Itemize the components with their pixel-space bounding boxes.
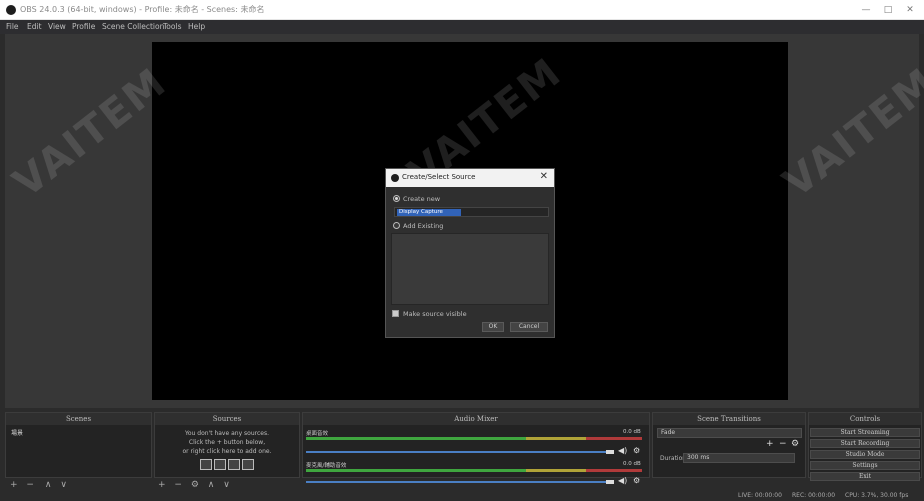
source-name-input[interactable]: Display Capture (394, 207, 549, 217)
dialog-close-button[interactable]: ✕ (540, 171, 548, 182)
desktop-audio-gear-icon[interactable]: ⚙ (633, 446, 640, 455)
cancel-button[interactable]: Cancel (510, 322, 548, 332)
scenes-dock-title: Scenes (6, 413, 151, 425)
transition-select[interactable]: Fade (657, 428, 802, 438)
remove-source-button[interactable]: − (174, 480, 182, 490)
menu-help[interactable]: Help (188, 22, 205, 31)
sources-toolbar: + − ⚙ ∧ ∨ (158, 480, 230, 490)
menu-view[interactable]: View (48, 22, 66, 31)
menu-bar: File Edit View Profile Scene Collection … (0, 20, 924, 34)
mic-audio-gear-icon[interactable]: ⚙ (633, 476, 640, 485)
obs-window: OBS 24.0.3 (64-bit, windows) - Profile: … (0, 0, 924, 501)
exit-button[interactable]: Exit (810, 472, 920, 481)
transition-properties-gear-icon[interactable]: ⚙ (791, 439, 799, 449)
desktop-audio-db: 0.0 dB (623, 429, 641, 435)
obs-logo-icon (391, 174, 399, 182)
scene-list-item[interactable]: 場景 (9, 428, 151, 437)
desktop-audio-fader-knob[interactable] (606, 450, 614, 454)
existing-sources-list[interactable] (391, 233, 549, 305)
scenes-toolbar: + − ∧ ∨ (10, 480, 67, 490)
sources-dock: Sources You don't have any sources. Clic… (154, 412, 300, 478)
menu-edit[interactable]: Edit (27, 22, 42, 31)
menu-profile[interactable]: Profile (72, 22, 95, 31)
duration-input[interactable]: 300 ms (683, 453, 795, 463)
scenes-dock: Scenes 場景 (5, 412, 152, 478)
camera-source-icon (242, 459, 254, 470)
mic-audio-label: 麥克風/輔助音效 (306, 463, 347, 469)
source-properties-gear-icon[interactable]: ⚙ (191, 480, 199, 490)
add-existing-label: Add Existing (403, 222, 444, 230)
source-name-selection: Display Capture (397, 209, 461, 216)
dialog-title: Create/Select Source (402, 173, 476, 181)
minimize-button[interactable]: — (854, 2, 878, 18)
ok-button[interactable]: OK (482, 322, 504, 332)
desktop-audio-meter (306, 437, 642, 440)
live-status: LIVE: 00:00:00 (738, 492, 782, 499)
mic-audio-fader-knob[interactable] (606, 480, 614, 484)
scene-transitions-title: Scene Transitions (653, 413, 805, 425)
studio-mode-button[interactable]: Studio Mode (810, 450, 920, 459)
menu-file[interactable]: File (6, 22, 19, 31)
desktop-audio-speaker-icon[interactable]: ◀) (618, 446, 627, 455)
source-type-icons (200, 459, 254, 471)
desktop-audio-fader[interactable] (306, 451, 614, 453)
create-select-source-dialog: Create/Select Source ✕ Create new Displa… (385, 168, 555, 338)
desktop-audio-label: 桌面音效 (306, 431, 329, 437)
add-existing-radio[interactable] (393, 222, 400, 229)
close-button[interactable]: ✕ (898, 2, 922, 18)
image-source-icon (200, 459, 212, 470)
browser-source-icon (228, 459, 240, 470)
move-source-up-button[interactable]: ∧ (208, 480, 215, 490)
create-new-label: Create new (403, 195, 441, 203)
add-source-button[interactable]: + (158, 480, 166, 490)
move-scene-up-button[interactable]: ∧ (45, 480, 52, 490)
mic-audio-meter (306, 469, 642, 472)
mic-audio-db: 0.0 dB (623, 461, 641, 467)
menu-tools[interactable]: Tools (163, 22, 181, 31)
sources-empty-hint-1: You don't have any sources. (185, 430, 269, 437)
start-recording-button[interactable]: Start Recording (810, 439, 920, 448)
sources-empty-hint-3: or right click here to add one. (182, 448, 272, 455)
audio-mixer-title: Audio Mixer (303, 413, 649, 425)
title-bar: OBS 24.0.3 (64-bit, windows) - Profile: … (0, 0, 924, 20)
start-streaming-button[interactable]: Start Streaming (810, 428, 920, 437)
make-visible-label: Make source visible (403, 310, 467, 318)
cpu-status: CPU: 3.7%, 30.00 fps (845, 492, 909, 499)
menu-scene-collection[interactable]: Scene Collection (102, 22, 164, 31)
mic-audio-speaker-icon[interactable]: ◀) (618, 476, 627, 485)
dialog-title-bar: Create/Select Source ✕ (386, 169, 554, 187)
mic-audio-fader[interactable] (306, 481, 614, 483)
sources-dock-title: Sources (155, 413, 299, 425)
status-bar: LIVE: 00:00:00 REC: 00:00:00 CPU: 3.7%, … (0, 491, 924, 501)
move-source-down-button[interactable]: ∨ (223, 480, 230, 490)
window-title: OBS 24.0.3 (64-bit, windows) - Profile: … (20, 5, 265, 14)
remove-transition-button[interactable]: − (779, 439, 787, 449)
sources-empty-hint-2: Click the + button below, (188, 439, 266, 446)
maximize-button[interactable]: □ (876, 2, 900, 18)
create-new-radio[interactable] (393, 195, 400, 202)
display-source-icon (214, 459, 226, 470)
obs-logo-icon (6, 5, 16, 15)
rec-status: REC: 00:00:00 (792, 492, 836, 499)
controls-title: Controls (809, 413, 921, 425)
add-scene-button[interactable]: + (10, 480, 18, 490)
add-transition-button[interactable]: + (766, 439, 774, 449)
remove-scene-button[interactable]: − (26, 480, 34, 490)
settings-button[interactable]: Settings (810, 461, 920, 470)
move-scene-down-button[interactable]: ∨ (60, 480, 67, 490)
make-visible-checkbox[interactable] (392, 310, 399, 317)
